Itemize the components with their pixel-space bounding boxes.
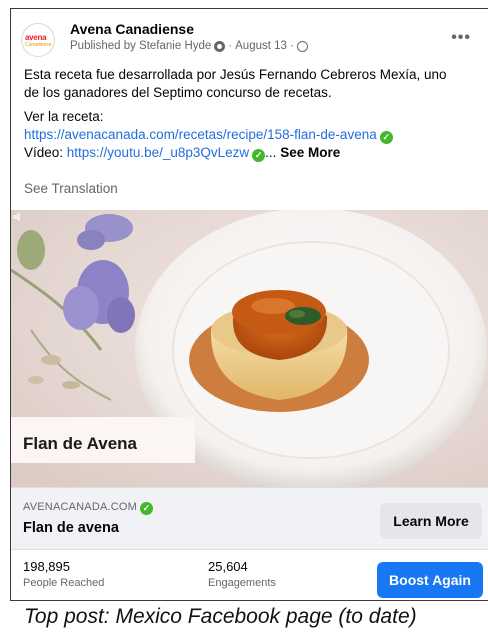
body-line: de los ganadores del Septimo concurso de… bbox=[24, 85, 332, 100]
page-name[interactable]: Avena Canadiense bbox=[70, 21, 194, 37]
boost-again-button[interactable]: Boost Again bbox=[377, 562, 483, 598]
engagements-label: Engagements bbox=[208, 577, 276, 589]
link-domain: AVENACANADA.COM bbox=[23, 501, 138, 513]
post-meta: Published by Stefanie Hyde · August 13 · bbox=[70, 40, 308, 52]
body-line: Ver la receta: bbox=[24, 109, 104, 124]
link-domain-row: AVENACANADA.COM ✓ bbox=[23, 501, 154, 515]
slide-caption: Top post: Mexico Facebook page (to date) bbox=[24, 605, 417, 628]
facebook-post-card: avena Canadiense Avena Canadiense Publis… bbox=[10, 8, 488, 601]
publisher-icon bbox=[214, 40, 226, 52]
post-header: avena Canadiense Avena Canadiense Publis… bbox=[11, 9, 488, 59]
see-more-link[interactable]: See More bbox=[280, 145, 340, 160]
video-label: Vídeo: bbox=[24, 145, 67, 160]
video-link[interactable]: https://youtu.be/_u8p3QvLezw bbox=[67, 145, 249, 160]
ellipsis: ... bbox=[265, 145, 277, 160]
meta-separator: · bbox=[289, 40, 294, 52]
image-caption-box: Flan de Avena bbox=[11, 417, 195, 463]
checkmark-icon: ✓ bbox=[252, 149, 266, 162]
video-row: Vídeo: https://youtu.be/_u8p3QvLezw ✓... … bbox=[24, 144, 484, 162]
more-options-icon[interactable]: ••• bbox=[451, 29, 471, 47]
post-stats: 198,895 People Reached 25,604 Engagement… bbox=[11, 549, 488, 600]
avatar-logo-subtext: Canadiense bbox=[25, 42, 52, 48]
image-caption: Flan de Avena bbox=[23, 434, 137, 453]
checkmark-icon: ✓ bbox=[379, 131, 393, 144]
learn-more-button[interactable]: Learn More bbox=[380, 503, 482, 539]
people-reached-stat: 198,895 People Reached bbox=[23, 559, 104, 589]
published-by: Published by Stefanie Hyde bbox=[70, 40, 212, 52]
link-preview[interactable]: AVENACANADA.COM ✓ Flan de avena Learn Mor… bbox=[11, 487, 488, 549]
recipe-link[interactable]: https://avenacanada.com/recetas/recipe/1… bbox=[24, 127, 377, 142]
recipe-link-row: https://avenacanada.com/recetas/recipe/1… bbox=[24, 126, 484, 144]
globe-icon bbox=[296, 40, 308, 52]
avatar-logo-text: avena bbox=[25, 33, 47, 42]
post-body: Esta receta fue desarrollada por Jesús F… bbox=[24, 66, 484, 162]
link-title[interactable]: Flan de avena bbox=[23, 520, 119, 536]
page-avatar[interactable]: avena Canadiense bbox=[21, 23, 55, 57]
post-image[interactable]: Flan de Avena bbox=[11, 210, 488, 487]
sound-icon[interactable] bbox=[11, 210, 25, 224]
verified-icon: ✓ bbox=[140, 502, 154, 515]
people-reached-label: People Reached bbox=[23, 577, 105, 589]
meta-separator: · bbox=[228, 40, 233, 52]
people-reached-value: 198,895 bbox=[23, 559, 70, 574]
body-line: Esta receta fue desarrollada por Jesús F… bbox=[24, 67, 447, 82]
post-date[interactable]: August 13 bbox=[235, 40, 287, 52]
engagements-value: 25,604 bbox=[208, 559, 248, 574]
engagements-stat: 25,604 Engagements bbox=[208, 559, 276, 589]
see-translation-link[interactable]: See Translation bbox=[24, 181, 118, 196]
